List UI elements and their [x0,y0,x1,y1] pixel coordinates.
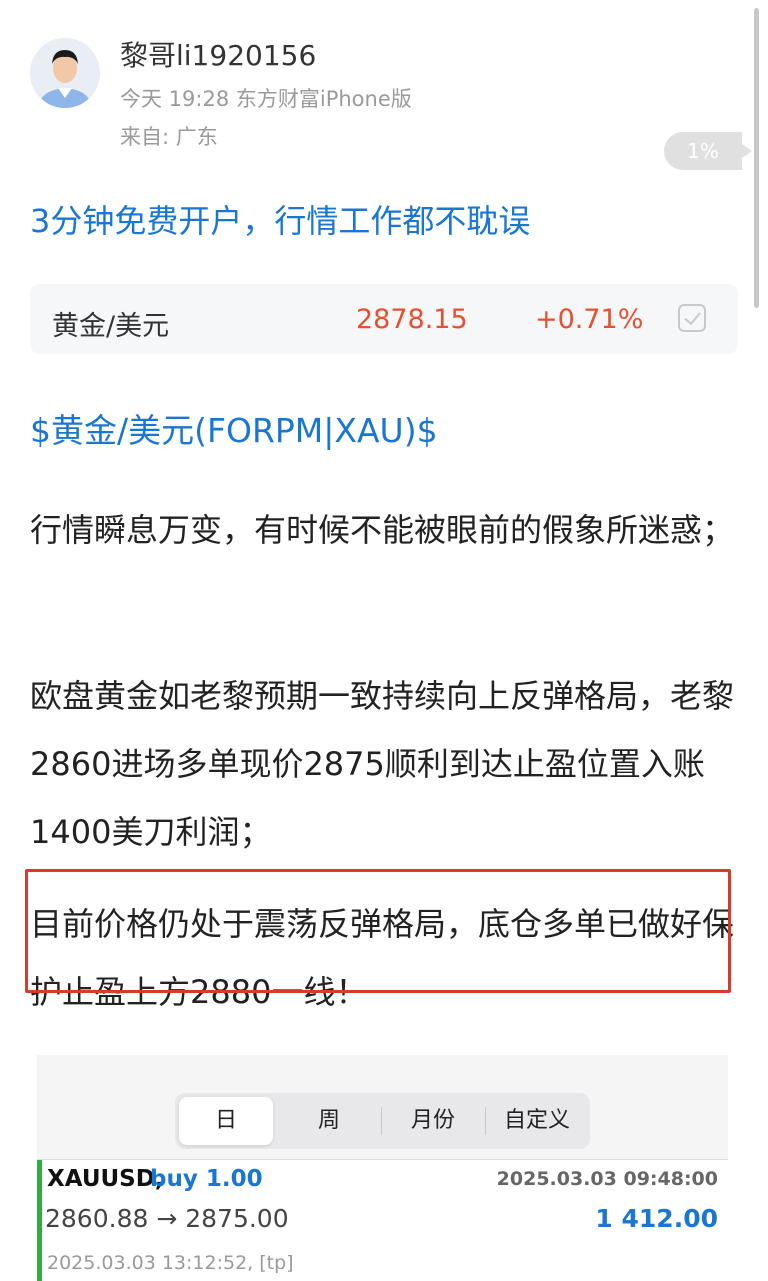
paragraph: 行情瞬息万变，有时候不能被眼前的假象所迷惑； [30,511,735,549]
checkbox-icon[interactable] [678,304,706,332]
avatar[interactable] [30,38,100,108]
tab-custom[interactable]: 自定义 [487,1097,587,1145]
tab-week[interactable]: 周 [279,1097,379,1145]
divider [485,1107,486,1135]
quote-price: 2878.15 [356,304,468,335]
divider [381,1107,382,1135]
trade-profit: 1 412.00 [595,1204,718,1233]
open-account-link[interactable]: 3分钟免费开户，行情工作都不耽误 [30,196,530,242]
tab-day[interactable]: 日 [179,1097,273,1145]
post-location: 来自: 广东 [120,125,218,149]
post-meta: 今天 19:28 东方财富iPhone版 [120,87,412,111]
trade-symbol: XAUUSD, [47,1166,164,1192]
reading-progress-badge: 1% [664,132,752,170]
trade-close-info: 2025.03.03 13:12:52, [tp] [47,1252,294,1274]
trade-open-time: 2025.03.03 09:48:00 [496,1168,718,1190]
quote-card[interactable]: 黄金/美元 2878.15 +0.71% [30,284,738,354]
trade-screenshot: 日 周 月份 自定义 XAUUSD, buy 1.00 2025.03.03 0… [37,1055,728,1281]
trade-row[interactable]: XAUUSD, buy 1.00 2025.03.03 09:48:00 286… [37,1159,728,1281]
author-name[interactable]: 黎哥li1920156 [120,34,316,74]
trade-prices: 2860.88 → 2875.00 [45,1204,289,1233]
stock-tag-link[interactable]: $黄金/美元(FORPM|XAU)$ [30,404,438,452]
tab-month[interactable]: 月份 [383,1097,483,1145]
quote-name: 黄金/美元 [52,311,170,342]
trade-side-bar [37,1160,42,1281]
period-tabs: 日 周 月份 自定义 [175,1093,590,1149]
quote-change: +0.71% [535,304,644,335]
trade-direction: buy 1.00 [150,1166,263,1192]
scrollbar[interactable] [754,8,759,308]
paragraph: 欧盘黄金如老黎预期一致持续向上反弹格局，老黎2860进场多单现价2875顺利到达… [30,677,735,851]
highlight-box [25,869,731,993]
